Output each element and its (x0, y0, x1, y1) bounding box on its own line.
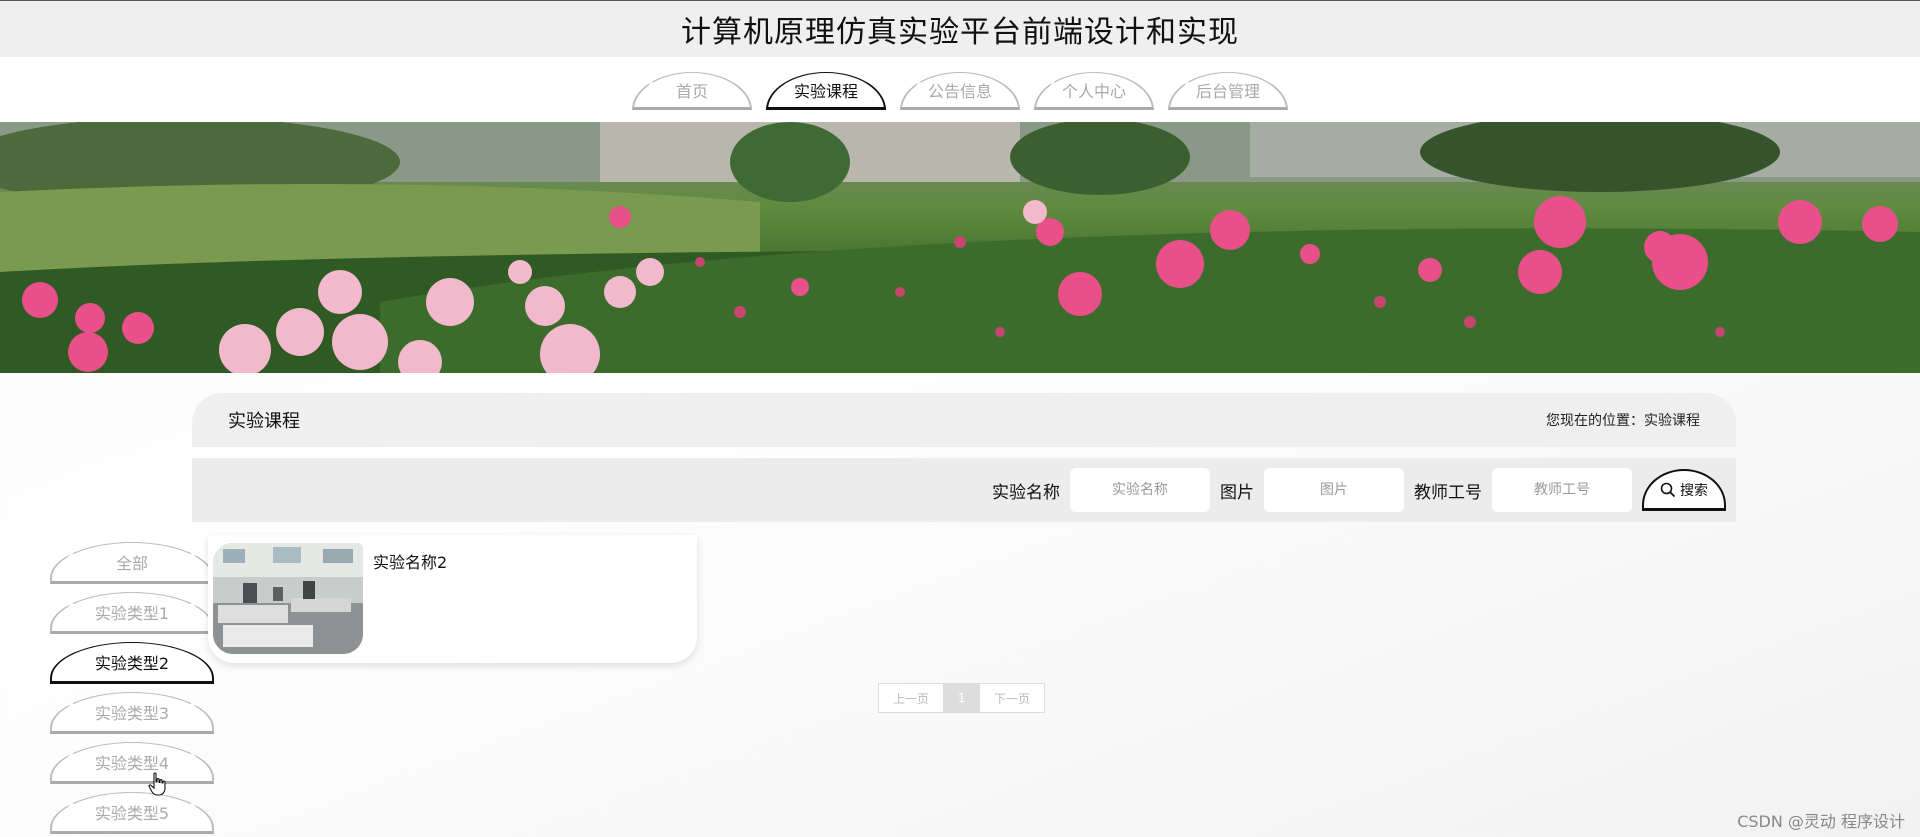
course-card-image[interactable] (213, 543, 363, 654)
category-type-3[interactable]: 实验类型3 (50, 692, 214, 734)
search-button[interactable]: 搜索 (1642, 469, 1726, 511)
nav-tab-courses[interactable]: 实验课程 (766, 72, 886, 110)
breadcrumb: 您现在的位置：实验课程 (1546, 413, 1700, 429)
hand-cursor-icon (148, 772, 166, 796)
course-card-title[interactable]: 实验名称2 (373, 549, 447, 573)
pagination: 上一页 1 下一页 (878, 683, 1046, 713)
prev-page-button[interactable]: 上一页 (879, 684, 943, 712)
lab-room-illustration (213, 543, 363, 654)
search-icon (1660, 482, 1676, 497)
main-nav: 首页 实验课程 公告信息 个人中心 后台管理 (0, 57, 1920, 122)
image-input[interactable] (1264, 468, 1404, 512)
category-type-1[interactable]: 实验类型1 (50, 592, 214, 634)
nav-tab-admin[interactable]: 后台管理 (1168, 72, 1288, 110)
banner-flowers-illustration (0, 122, 1920, 373)
site-header: 计算机原理仿真实验平台前端设计和实现 (0, 0, 1920, 57)
category-type-5[interactable]: 实验类型5 (50, 792, 214, 834)
image-label: 图片 (1220, 482, 1254, 503)
category-all[interactable]: 全部 (50, 542, 214, 584)
category-type-2[interactable]: 实验类型2 (50, 642, 214, 684)
teacher-id-input[interactable] (1492, 468, 1632, 512)
search-button-label: 搜索 (1680, 482, 1708, 499)
nav-tab-announcements[interactable]: 公告信息 (900, 72, 1020, 110)
site-title: 计算机原理仿真实验平台前端设计和实现 (681, 15, 1239, 50)
experiment-name-input[interactable] (1070, 468, 1210, 512)
category-sidebar: 全部 实验类型1 实验类型2 实验类型3 实验类型4 实验类型5 (50, 542, 215, 837)
teacher-id-label: 教师工号 (1414, 482, 1482, 503)
nav-tab-home[interactable]: 首页 (632, 72, 752, 110)
experiment-name-label: 实验名称 (992, 482, 1060, 503)
search-bar: 实验名称 图片 教师工号 搜索 (192, 458, 1736, 522)
nav-tab-personal-center[interactable]: 个人中心 (1034, 72, 1154, 110)
section-header: 实验课程 您现在的位置：实验课程 (192, 393, 1736, 447)
section-title: 实验课程 (228, 411, 300, 432)
banner-image (0, 122, 1920, 373)
watermark: CSDN @灵动 程序设计 (1737, 812, 1905, 831)
next-page-button[interactable]: 下一页 (980, 684, 1044, 712)
page-number-current[interactable]: 1 (943, 684, 981, 712)
course-card[interactable]: 实验名称2 (208, 535, 697, 663)
category-type-4[interactable]: 实验类型4 (50, 742, 214, 784)
